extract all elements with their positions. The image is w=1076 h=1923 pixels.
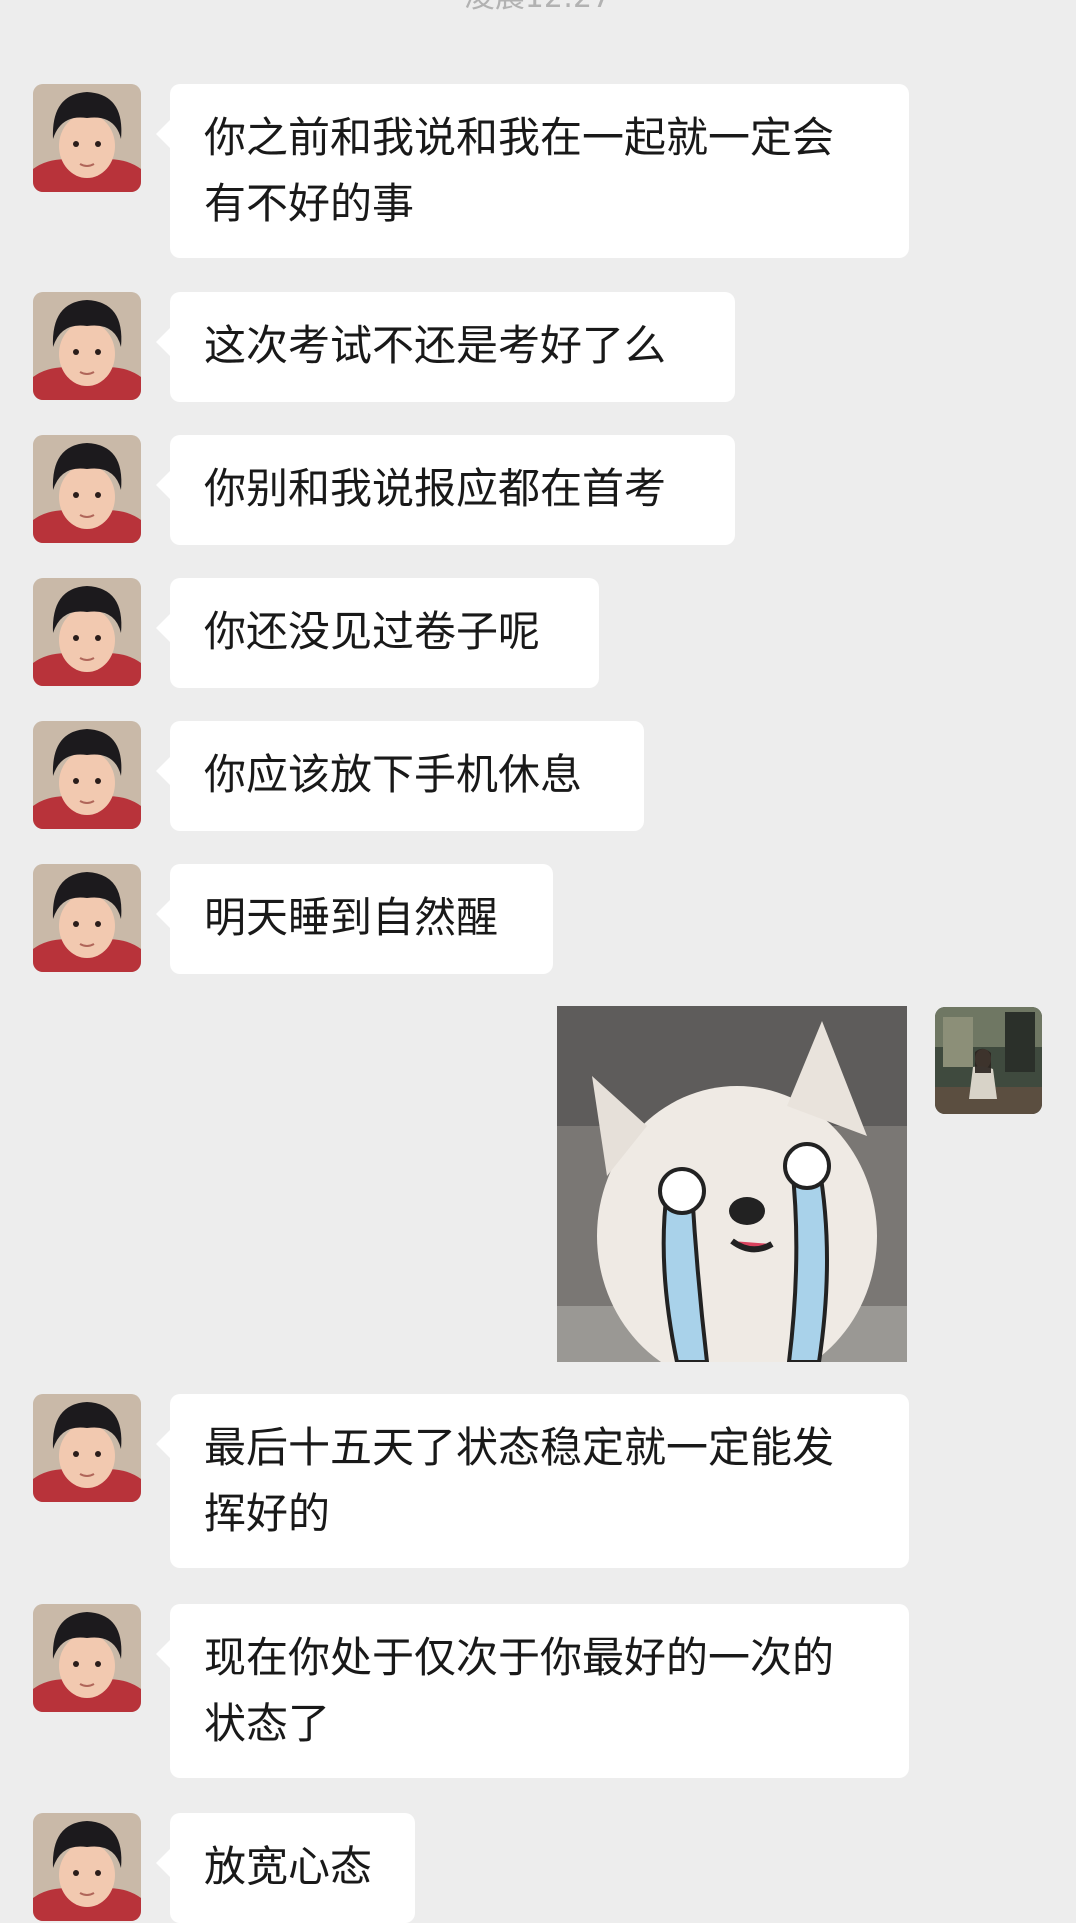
contact-avatar[interactable] (33, 864, 141, 972)
message-bubble[interactable]: 明天睡到自然醒 (156, 864, 553, 974)
contact-avatar[interactable] (33, 1394, 141, 1502)
contact-avatar[interactable] (33, 292, 141, 400)
message-bubble[interactable]: 最后十五天了状态稳定就一定能发挥好的 (156, 1394, 909, 1568)
boy-portrait-avatar-icon (33, 721, 141, 829)
self-avatar[interactable] (935, 1007, 1042, 1114)
message-bubble[interactable]: 你还没见过卷子呢 (156, 578, 599, 688)
boy-portrait-avatar-icon (33, 1813, 141, 1921)
message-bubble[interactable]: 放宽心态 (156, 1813, 415, 1923)
message-text: 这次考试不还是考好了么 (204, 321, 667, 370)
contact-avatar[interactable] (33, 435, 141, 543)
boy-portrait-avatar-icon (33, 578, 141, 686)
message-bubble[interactable]: 你应该放下手机休息 (156, 721, 644, 831)
boy-portrait-avatar-icon (33, 292, 141, 400)
contact-avatar[interactable] (33, 84, 141, 192)
contact-avatar[interactable] (33, 578, 141, 686)
message-text: 最后十五天了状态稳定就一定能发挥好的 (204, 1423, 835, 1538)
boy-portrait-avatar-icon (33, 435, 141, 543)
boy-portrait-avatar-icon (33, 1604, 141, 1712)
message-text: 你别和我说报应都在首考 (204, 464, 667, 513)
message-bubble[interactable]: 你之前和我说和我在一起就一定会有不好的事 (156, 84, 909, 258)
message-text: 你应该放下手机休息 (204, 750, 583, 799)
crying-dog-sticker[interactable] (557, 1006, 907, 1362)
message-bubble[interactable]: 现在你处于仅次于你最好的一次的状态了 (156, 1604, 909, 1778)
contact-avatar[interactable] (33, 721, 141, 829)
woman-cafe-avatar-icon (935, 1007, 1042, 1114)
crying-dog-sticker-icon (557, 1006, 907, 1362)
boy-portrait-avatar-icon (33, 1394, 141, 1502)
contact-avatar[interactable] (33, 1813, 141, 1921)
message-text: 放宽心态 (204, 1842, 373, 1891)
message-text: 现在你处于仅次于你最好的一次的状态了 (204, 1633, 835, 1748)
message-bubble[interactable]: 这次考试不还是考好了么 (156, 292, 735, 402)
message-text: 你之前和我说和我在一起就一定会有不好的事 (204, 113, 835, 228)
boy-portrait-avatar-icon (33, 864, 141, 972)
boy-portrait-avatar-icon (33, 84, 141, 192)
timestamp: 凌晨12:27 (0, 0, 1076, 18)
message-text: 你还没见过卷子呢 (204, 607, 541, 656)
message-bubble[interactable]: 你别和我说报应都在首考 (156, 435, 735, 545)
message-text: 明天睡到自然醒 (204, 893, 499, 942)
contact-avatar[interactable] (33, 1604, 141, 1712)
